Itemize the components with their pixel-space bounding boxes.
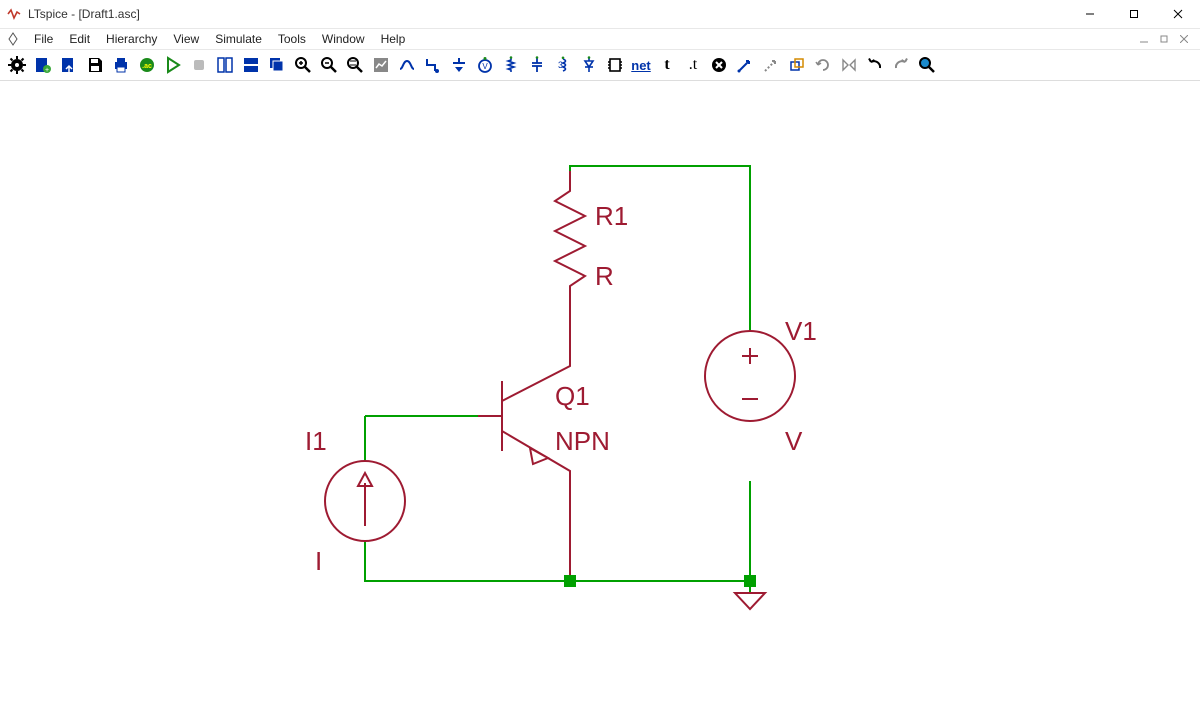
tile-horizontal-button[interactable] [238, 53, 264, 77]
drag-button[interactable] [758, 53, 784, 77]
comment-text-button[interactable]: .t [680, 53, 706, 77]
run-ac-button[interactable]: .ac [134, 53, 160, 77]
minimize-button[interactable] [1068, 0, 1112, 28]
label-i1-val[interactable]: I [315, 546, 322, 577]
menu-view[interactable]: View [165, 31, 207, 47]
label-net-button[interactable] [446, 53, 472, 77]
autoscale-button[interactable] [368, 53, 394, 77]
move-button[interactable] [732, 53, 758, 77]
run-button[interactable] [160, 53, 186, 77]
diode-button[interactable] [576, 53, 602, 77]
menu-simulate[interactable]: Simulate [207, 31, 270, 47]
mdi-close-button[interactable] [1174, 30, 1194, 48]
svg-text:.ac: .ac [142, 63, 152, 70]
find-button[interactable] [914, 53, 940, 77]
redo-button[interactable] [888, 53, 914, 77]
control-panel-button[interactable] [4, 53, 30, 77]
menu-window[interactable]: Window [314, 31, 373, 47]
menu-hierarchy[interactable]: Hierarchy [98, 31, 165, 47]
new-schematic-button[interactable]: + [30, 53, 56, 77]
zoom-in-button[interactable] [290, 53, 316, 77]
component-button[interactable] [602, 53, 628, 77]
tile-vertical-button[interactable] [212, 53, 238, 77]
mdi-minimize-button[interactable] [1134, 30, 1154, 48]
menu-edit[interactable]: Edit [61, 31, 98, 47]
window-title: LTspice - [Draft1.asc] [28, 7, 140, 21]
svg-text:3: 3 [558, 60, 563, 70]
zoom-out-button[interactable] [316, 53, 342, 77]
toolbar: + .ac V 3 net t .t [0, 50, 1200, 81]
voltage-source-button[interactable]: V [472, 53, 498, 77]
app-icon [6, 6, 22, 22]
undo-button[interactable] [862, 53, 888, 77]
titlebar: LTspice - [Draft1.asc] [0, 0, 1200, 29]
svg-text:+: + [45, 67, 49, 74]
save-button[interactable] [82, 53, 108, 77]
menu-file[interactable]: File [26, 31, 61, 47]
label-v1-name[interactable]: V1 [785, 316, 817, 347]
capacitor-button[interactable] [524, 53, 550, 77]
node-emitter-gnd [564, 575, 576, 587]
menu-help[interactable]: Help [373, 31, 414, 47]
mdi-restore-button[interactable] [1154, 30, 1174, 48]
menubar: File Edit Hierarchy View Simulate Tools … [0, 29, 1200, 50]
label-r1-val[interactable]: R [595, 261, 614, 292]
label-v1-val[interactable]: V [785, 426, 802, 457]
schematic-canvas[interactable]: R1 R Q1 NPN I1 I V1 V [0, 81, 1200, 706]
maximize-button[interactable] [1112, 0, 1156, 28]
mdi-icon [6, 32, 20, 46]
zoom-fit-button[interactable] [342, 53, 368, 77]
duplicate-button[interactable] [784, 53, 810, 77]
delete-button[interactable] [706, 53, 732, 77]
label-i1-name[interactable]: I1 [305, 426, 327, 457]
schematic-svg [0, 81, 1200, 706]
spice-directive-button[interactable]: t [654, 53, 680, 77]
svg-text:V: V [482, 62, 488, 71]
inductor-button[interactable]: 3 [550, 53, 576, 77]
label-q1-name[interactable]: Q1 [555, 381, 590, 412]
node-v1-gnd [744, 575, 756, 587]
wire-button[interactable] [394, 53, 420, 77]
rotate-button[interactable] [810, 53, 836, 77]
resistor-button[interactable] [498, 53, 524, 77]
close-button[interactable] [1156, 0, 1200, 28]
netlabel-text-button[interactable]: net [628, 53, 654, 77]
mirror-button[interactable] [836, 53, 862, 77]
menu-tools[interactable]: Tools [270, 31, 314, 47]
label-q1-val[interactable]: NPN [555, 426, 610, 457]
cascade-windows-button[interactable] [264, 53, 290, 77]
label-r1-name[interactable]: R1 [595, 201, 628, 232]
print-button[interactable] [108, 53, 134, 77]
ground-button[interactable] [420, 53, 446, 77]
open-button[interactable] [56, 53, 82, 77]
halt-button[interactable] [186, 53, 212, 77]
